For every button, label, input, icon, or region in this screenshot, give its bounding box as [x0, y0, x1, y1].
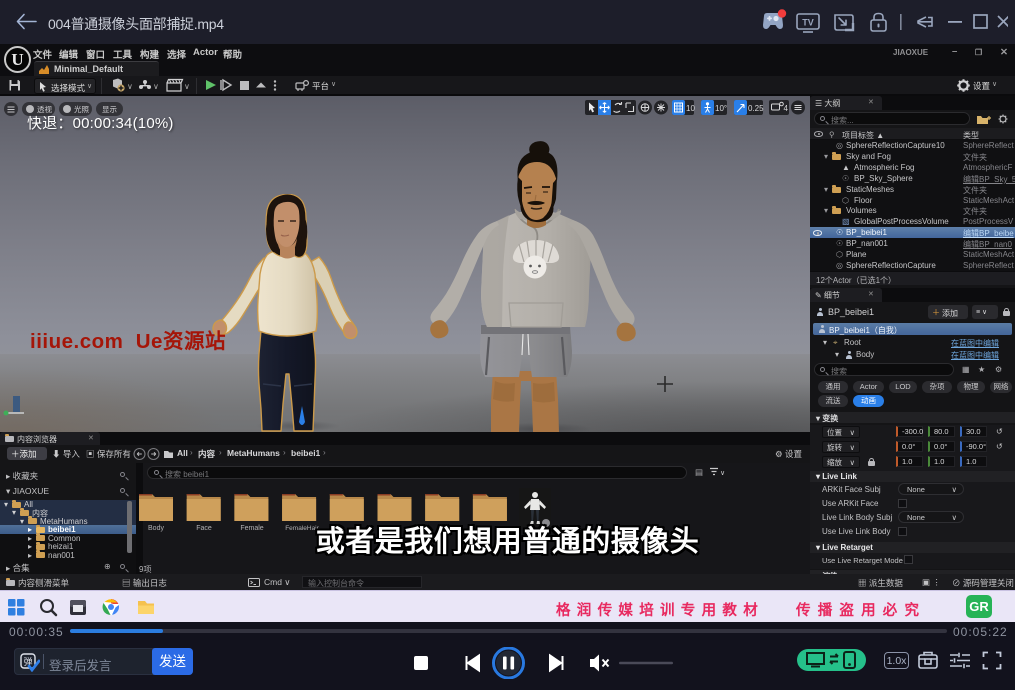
svg-text:10: 10 [686, 104, 695, 113]
svg-text:∨: ∨ [127, 82, 133, 91]
svg-text:∨: ∨ [153, 82, 159, 91]
svg-text:显示: 显示 [102, 105, 117, 114]
svg-text:透视: 透视 [37, 104, 52, 114]
svg-text:∨: ∨ [184, 82, 189, 91]
svg-text:光照: 光照 [74, 104, 89, 114]
svg-text:TV: TV [802, 18, 814, 28]
svg-text:10°: 10° [715, 104, 727, 113]
svg-text:4: 4 [784, 104, 789, 113]
svg-text:0.25: 0.25 [748, 104, 764, 113]
